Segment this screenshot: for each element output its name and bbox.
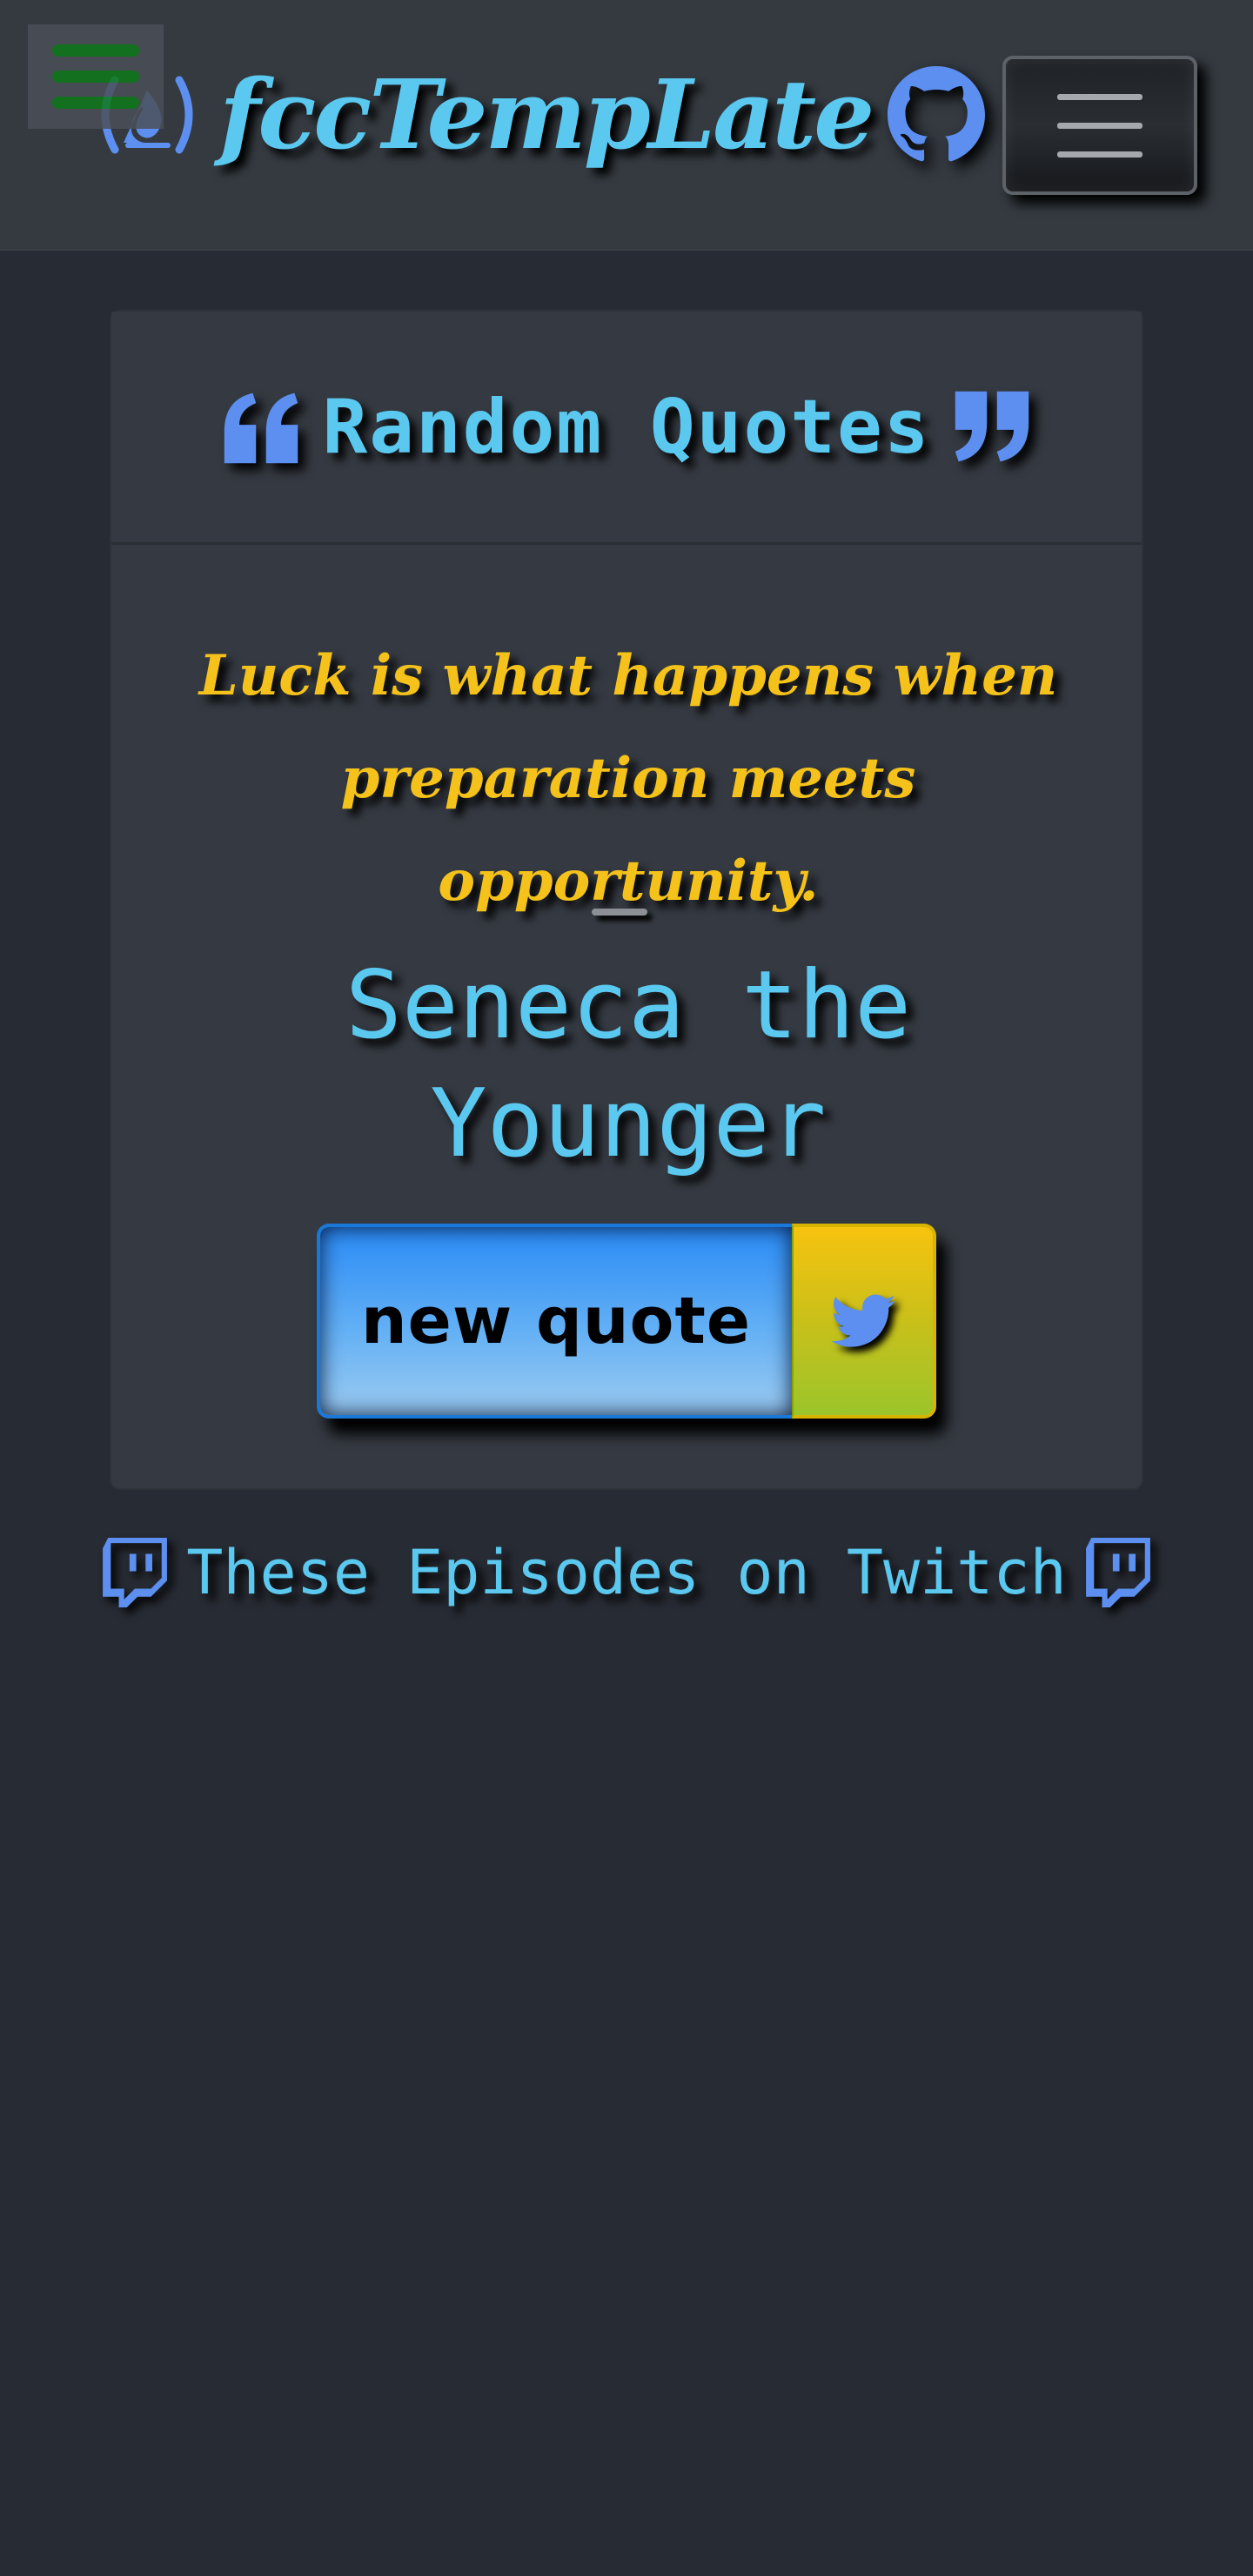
card-body: Luck is what happens when preparation me… [111,312,1142,1488]
toggler-line [1057,122,1142,129]
quote-text: Luck is what happens when preparation me… [198,643,1058,914]
quote-author: Seneca the Younger [345,951,912,1178]
github-icon[interactable] [888,66,986,164]
quote-dash [592,909,647,916]
tweet-quote-button[interactable] [792,1224,936,1419]
twitch-icon [103,1538,168,1607]
brand-name: fccTempLate [219,58,874,171]
quote-card: Random Quotes Luck is what happens when … [110,310,1143,1490]
toggler-line [1057,151,1142,158]
brand[interactable]: fccTempLate [90,54,986,176]
twitch-label: These Episodes on Twitch [186,1537,1067,1608]
twitter-icon [831,1294,895,1347]
hamburger-menu-icon[interactable] [28,24,164,129]
navbar-toggler-button[interactable] [1002,56,1197,195]
menu-bar [52,70,139,83]
twitch-icon [1085,1538,1150,1607]
button-group: new quote [317,1224,936,1419]
menu-bar [52,44,139,57]
toggler-line [1057,93,1142,100]
navbar: fccTempLate [0,0,1253,251]
twitch-link[interactable]: These Episodes on Twitch [90,1525,1163,1620]
new-quote-button[interactable]: new quote [317,1224,792,1419]
menu-bar [52,97,139,109]
